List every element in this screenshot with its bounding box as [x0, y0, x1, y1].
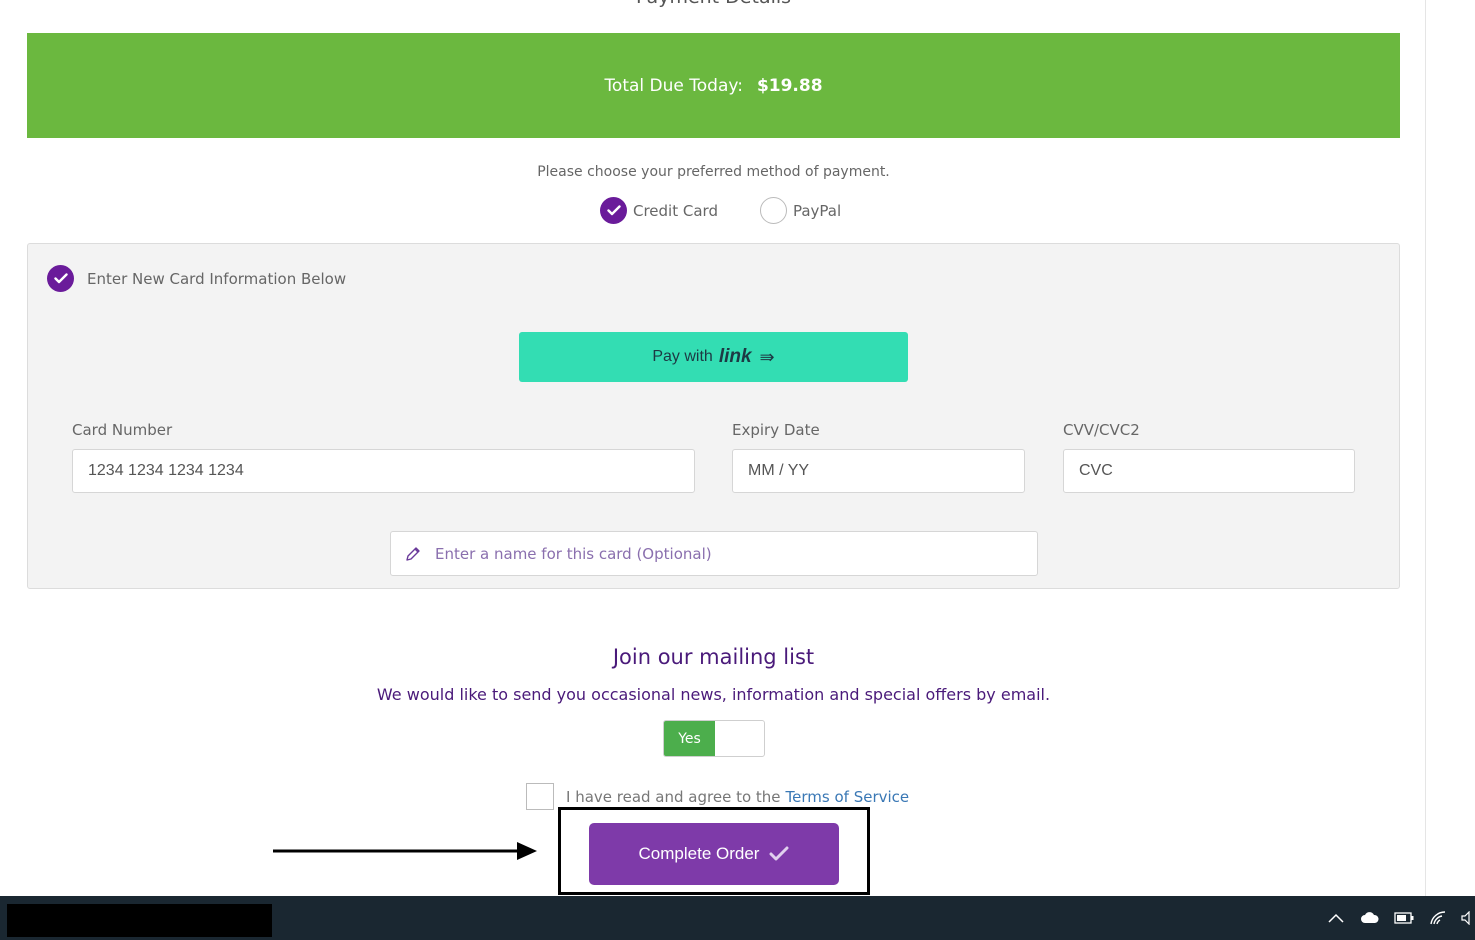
pointer-arrow-icon [273, 842, 537, 860]
checkmark-icon [769, 846, 789, 861]
cvv-input[interactable]: CVC [1063, 449, 1355, 493]
card-number-input[interactable]: 1234 1234 1234 1234 [72, 449, 695, 493]
expiry-date-label: Expiry Date [732, 421, 820, 439]
total-due-amount: $19.88 [756, 75, 823, 96]
new-card-option[interactable]: Enter New Card Information Below [47, 265, 346, 292]
battery-icon[interactable] [1393, 907, 1415, 929]
toggle-yes-label: Yes [664, 721, 715, 756]
terms-agreement-row: I have read and agree to the Terms of Ser… [526, 783, 909, 810]
pencil-icon [391, 532, 435, 575]
arrow-right-icon: ⇛ [759, 346, 775, 367]
payment-method-prompt: Please choose your preferred method of p… [537, 164, 890, 180]
terms-text-label: I have read and agree to the [566, 787, 781, 806]
paypal-label[interactable]: PayPal [793, 202, 841, 220]
cloud-icon[interactable] [1359, 907, 1381, 929]
system-tray [1325, 896, 1475, 940]
section-title: Payment Details [0, 0, 1427, 8]
payment-method-options: Credit Card PayPal [600, 197, 841, 224]
total-due-banner: Total Due Today: $19.88 [27, 33, 1400, 138]
checkout-page: Payment Details Total Due Today: $19.88 … [0, 0, 1475, 940]
redacted-area [7, 904, 272, 937]
complete-order-label: Complete Order [638, 844, 760, 863]
new-card-radio[interactable] [47, 265, 74, 292]
new-card-label: Enter New Card Information Below [87, 269, 347, 288]
expiry-date-input[interactable]: MM / YY [732, 449, 1025, 493]
total-due-label: Total Due Today: [604, 75, 743, 96]
check-icon [606, 205, 621, 216]
credit-card-radio[interactable] [600, 197, 627, 224]
speaker-icon[interactable] [1461, 907, 1471, 929]
pay-with-label: Pay with [652, 348, 713, 365]
terms-checkbox[interactable] [526, 783, 554, 810]
paypal-radio[interactable] [759, 197, 787, 224]
terms-text: I have read and agree to the Terms of Ser… [566, 788, 909, 806]
scroll-divider [1425, 0, 1426, 896]
check-icon [53, 273, 68, 284]
wifi-icon[interactable] [1427, 907, 1449, 929]
mailing-list-description: We would like to send you occasional new… [376, 685, 1051, 704]
card-info-panel: Enter New Card Information Below Pay wit… [27, 243, 1400, 589]
credit-card-label[interactable]: Credit Card [633, 202, 718, 220]
link-brand-logo: link [718, 346, 752, 367]
mailing-list-title: Join our mailing list [612, 645, 815, 669]
pay-with-link-button[interactable]: Pay with link ⇛ [519, 332, 908, 382]
card-name-input[interactable]: Enter a name for this card (Optional) [390, 531, 1038, 576]
mailing-list-toggle[interactable]: Yes [663, 720, 765, 757]
terms-of-service-link[interactable]: Terms of Service [786, 788, 910, 806]
chevron-up-icon[interactable] [1325, 907, 1347, 929]
card-name-placeholder: Enter a name for this card (Optional) [435, 544, 712, 563]
complete-order-button[interactable]: Complete Order [589, 823, 839, 885]
cvv-label: CVV/CVC2 [1063, 421, 1140, 439]
os-taskbar [0, 896, 1475, 940]
card-number-label: Card Number [72, 421, 173, 439]
